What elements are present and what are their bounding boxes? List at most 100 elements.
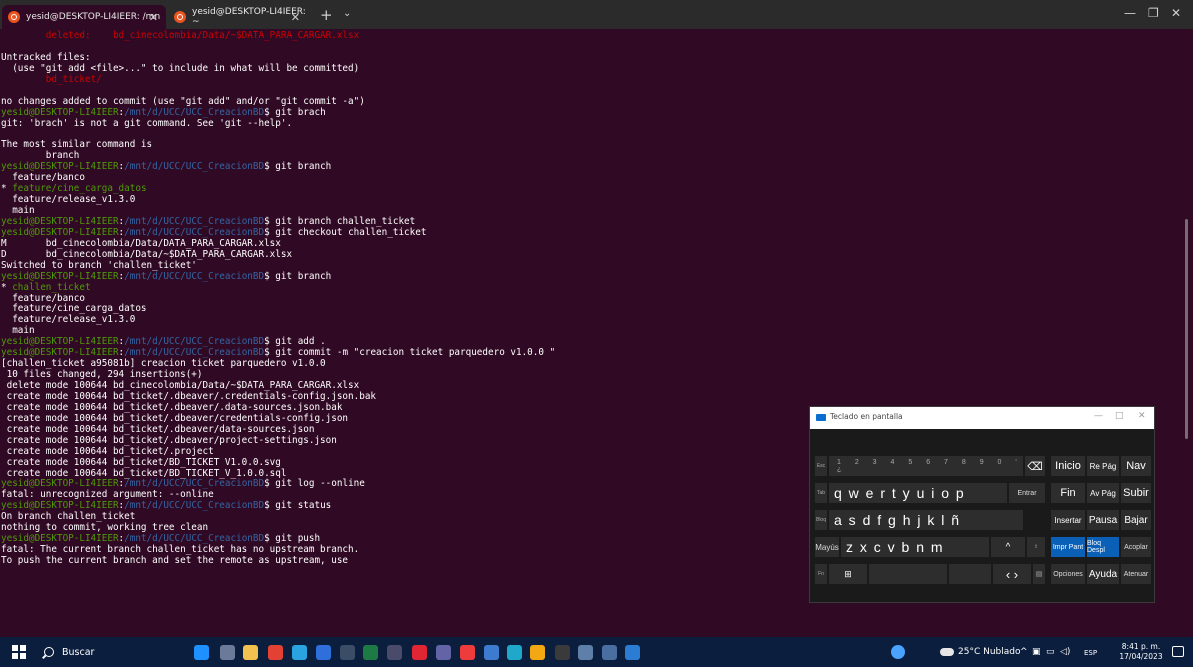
key-esc[interactable]: Esc — [814, 455, 828, 477]
key-acoplar[interactable]: Acoplar — [1120, 536, 1152, 558]
chrome-dev-icon[interactable] — [292, 645, 307, 660]
terminal-text: feature/release_v1.3.0 — [1, 194, 136, 206]
key-row-qwerty[interactable]: q w e r t y u i o p — [828, 482, 1008, 504]
ubuntu-icon — [174, 11, 186, 23]
chrome-icon[interactable] — [268, 645, 283, 660]
excel-icon[interactable] — [363, 645, 378, 660]
windows-start-icon[interactable] — [12, 645, 26, 659]
key-row-zxcv[interactable]: z x c v b n m — [840, 536, 990, 558]
clock[interactable]: 8:41 p. m. 17/04/2023 — [1116, 642, 1166, 662]
key-space[interactable] — [868, 563, 948, 585]
key-subir[interactable]: Subir — [1120, 482, 1152, 504]
task-view-icon[interactable] — [220, 645, 235, 660]
mail-icon[interactable] — [316, 645, 331, 660]
prompt-path: /mnt/d/UCC/UCC_CreacionBD — [124, 336, 265, 348]
key-av-pag[interactable]: Av Pág — [1086, 482, 1120, 504]
key-opciones[interactable]: Opciones — [1050, 563, 1086, 585]
word-icon[interactable] — [625, 645, 640, 660]
key-enter[interactable]: Entrar — [1008, 482, 1046, 504]
terminal-line: To push the current branch and set the r… — [1, 555, 555, 567]
weather-widget[interactable]: 25°C Nublado — [940, 647, 1020, 657]
display-icon[interactable]: ▭ — [1046, 647, 1055, 657]
settings-icon[interactable] — [530, 645, 545, 660]
terminal-text: git push — [269, 533, 321, 545]
key-label: Mayús — [815, 542, 839, 552]
prompt-path: /mnt/d/UCC/UCC_CreacionBD — [124, 347, 265, 359]
key-fin[interactable]: Fin — [1050, 482, 1086, 504]
weather-text: 25°C Nublado — [958, 647, 1021, 657]
chevron-down-icon[interactable]: ⌄ — [343, 8, 351, 19]
language-indicator[interactable]: ESP — [1084, 649, 1097, 657]
app-icon[interactable] — [578, 645, 593, 660]
tab-terminal-2[interactable]: yesid@DESKTOP-LI4IEER: ~ ✕ — [168, 5, 308, 29]
key-re-pag[interactable]: Re Pág — [1086, 455, 1120, 477]
terminal-text: fatal: unrecognized argument: --online — [1, 489, 214, 501]
key-row-asdf[interactable]: a s d f g h j k l ñ — [828, 509, 1024, 531]
volume-icon[interactable]: ◁) — [1060, 647, 1070, 657]
screenshot-icon[interactable] — [460, 645, 475, 660]
key-atenuar[interactable]: Atenuar — [1120, 563, 1152, 585]
terminal-text: nothing to commit, working tree clean — [1, 522, 209, 534]
close-window-icon[interactable]: ✕ — [1171, 6, 1181, 20]
menu-key-icon[interactable]: ▤ — [1032, 563, 1046, 585]
edge-icon[interactable] — [507, 645, 522, 660]
tab-terminal-1[interactable]: yesid@DESKTOP-LI4IEER: /mn ✕ — [2, 5, 166, 29]
key-impr-pant[interactable]: Impr Pant — [1050, 536, 1086, 558]
chevron-up-icon[interactable]: ^ — [1020, 647, 1028, 657]
terminal-text: git brach — [269, 106, 326, 118]
app2-icon[interactable] — [602, 645, 617, 660]
prompt-path: /mnt/d/UCC/UCC_CreacionBD — [124, 270, 265, 282]
key-insertar[interactable]: Insertar — [1050, 509, 1086, 531]
terminal-text: feature/release_v1.3.0 — [1, 314, 136, 326]
terminal-icon[interactable] — [340, 645, 355, 660]
file-explorer-icon[interactable] — [243, 645, 258, 660]
key-label: Re Pág — [1089, 461, 1117, 471]
terminal-text: git checkout challen_ticket — [269, 226, 427, 238]
search-icon — [44, 647, 54, 657]
terminal-line: feature/release_v1.3.0 — [1, 314, 555, 326]
search-placeholder: Buscar — [62, 646, 95, 658]
arrow-left-right-icon[interactable]: ‹ › — [992, 563, 1032, 585]
key-capslock[interactable]: Bloq — [814, 509, 828, 531]
terminal-line: deleted: bd_cinecolombia/Data/~$DATA_PAR… — [1, 30, 555, 42]
maximize-icon[interactable]: □ — [1115, 411, 1124, 421]
key-pausa[interactable]: Pausa — [1086, 509, 1120, 531]
github-icon[interactable] — [555, 645, 570, 660]
taskbar-search[interactable]: Buscar — [40, 642, 178, 662]
windows-key-icon[interactable]: ⊞ — [828, 563, 868, 585]
close-icon[interactable]: ✕ — [1138, 411, 1146, 421]
key-nav[interactable]: Nav — [1120, 455, 1152, 477]
key-alt[interactable] — [948, 563, 992, 585]
key-inicio[interactable]: Inicio — [1050, 455, 1086, 477]
key-shift-right[interactable]: ⇧ — [1026, 536, 1046, 558]
notification-icon[interactable] — [1172, 646, 1184, 657]
tab-close-icon[interactable]: ✕ — [291, 11, 300, 24]
minimize-icon[interactable]: — — [1124, 6, 1136, 20]
git-icon[interactable] — [484, 645, 499, 660]
key-bajar[interactable]: Bajar — [1120, 509, 1152, 531]
widgets-icon[interactable] — [891, 645, 905, 659]
opera-icon[interactable] — [412, 645, 427, 660]
minimize-icon[interactable]: — — [1094, 411, 1103, 421]
backspace-icon[interactable]: ⌫ — [1024, 455, 1046, 477]
tab-close-icon[interactable]: ✕ — [149, 11, 158, 24]
terminal-text: feature/cine_carga_datos — [12, 183, 147, 195]
prompt-path: /mnt/d/UCC/UCC_CreacionBD — [124, 106, 265, 118]
keyboard-icon — [816, 414, 826, 421]
network-icon[interactable]: ▣ — [1032, 647, 1041, 657]
key-ayuda[interactable]: Ayuda — [1086, 563, 1120, 585]
key-number-row[interactable]: 1 2 3 4 5 6 7 8 9 0 ' ¿ — [828, 455, 1024, 477]
scrollbar[interactable] — [1185, 219, 1188, 439]
arrow-up-icon[interactable]: ^ — [990, 536, 1026, 558]
terminal-text: git add . — [269, 336, 326, 348]
teams-icon[interactable] — [436, 645, 451, 660]
tab-title: yesid@DESKTOP-LI4IEER: /mn — [26, 12, 161, 22]
key-shift[interactable]: Mayús — [814, 536, 840, 558]
key-fn[interactable]: Fn — [814, 563, 828, 585]
terminal-ubuntu-icon[interactable] — [387, 645, 402, 660]
key-bloq-despl[interactable]: Bloq Despl — [1086, 536, 1120, 558]
new-tab-icon[interactable]: + — [320, 6, 333, 24]
key-tab[interactable]: Tab — [814, 482, 828, 504]
cortana-icon[interactable] — [194, 645, 209, 660]
maximize-icon[interactable]: ❐ — [1148, 6, 1159, 20]
